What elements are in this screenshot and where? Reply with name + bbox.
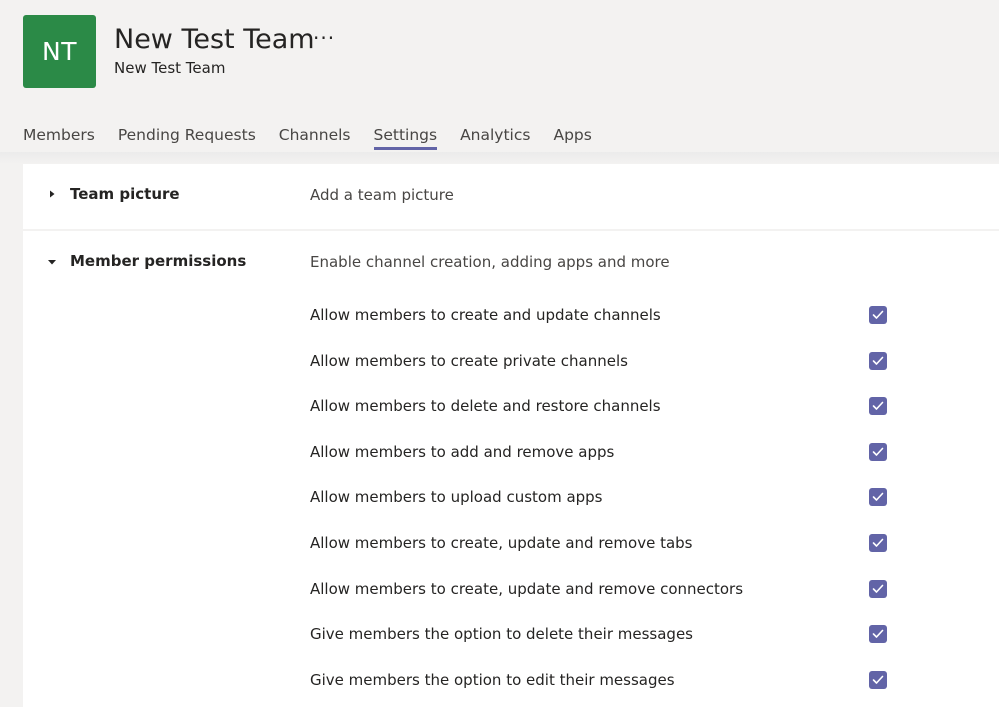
permission-checkbox[interactable] (869, 488, 887, 506)
section-team-picture: Team picture Add a team picture (23, 164, 999, 231)
checkmark-icon (872, 356, 884, 365)
section-desc-team-picture: Add a team picture (310, 186, 454, 204)
section-desc-member-permissions: Enable channel creation, adding apps and… (310, 253, 670, 271)
tab-channels[interactable]: Channels (279, 124, 351, 150)
tab-members[interactable]: Members (23, 124, 95, 150)
permission-row: Allow members to upload custom apps (310, 485, 890, 509)
permission-checkbox[interactable] (869, 443, 887, 461)
permission-checkbox[interactable] (869, 397, 887, 415)
permission-checkbox[interactable] (869, 306, 887, 324)
checkmark-icon (872, 538, 884, 547)
permission-label: Allow members to delete and restore chan… (310, 397, 661, 415)
team-subtitle: New Test Team (114, 59, 226, 77)
team-title: New Test Team (114, 24, 315, 55)
team-header: NT New Test Team ··· New Test Team Membe… (0, 0, 999, 152)
permission-row: Allow members to create, update and remo… (310, 531, 890, 555)
tab-analytics[interactable]: Analytics (460, 124, 530, 150)
permission-row: Allow members to create and update chann… (310, 303, 890, 327)
checkmark-icon (872, 447, 884, 456)
permission-checkbox[interactable] (869, 625, 887, 643)
permission-checkbox[interactable] (869, 580, 887, 598)
checkmark-icon (872, 629, 884, 638)
permission-label: Give members the option to delete their … (310, 625, 693, 643)
permission-label: Allow members to create, update and remo… (310, 580, 744, 598)
permission-label: Allow members to upload custom apps (310, 488, 603, 506)
checkmark-icon (872, 675, 884, 684)
permission-label: Allow members to add and remove apps (310, 443, 615, 461)
permission-checkbox[interactable] (869, 671, 887, 689)
tab-settings[interactable]: Settings (373, 124, 438, 150)
checkmark-icon (872, 584, 884, 593)
section-label-member-permissions[interactable]: Member permissions (70, 251, 246, 271)
permission-checkbox[interactable] (869, 534, 887, 552)
permission-row: Give members the option to edit their me… (310, 668, 890, 692)
tab-pending-requests[interactable]: Pending Requests (118, 124, 256, 150)
permission-label: Give members the option to edit their me… (310, 671, 675, 689)
tab-apps[interactable]: Apps (553, 124, 591, 150)
more-options-icon[interactable]: ··· (313, 28, 335, 48)
caret-right-icon[interactable] (47, 189, 57, 199)
permission-row: Allow members to delete and restore chan… (310, 394, 890, 418)
caret-down-icon[interactable] (47, 257, 57, 267)
checkmark-icon (872, 401, 884, 410)
checkmark-icon (872, 310, 884, 319)
checkmark-icon (872, 492, 884, 501)
permission-label: Allow members to create, update and remo… (310, 534, 693, 552)
permission-checkbox[interactable] (869, 352, 887, 370)
permission-row: Allow members to create private channels (310, 349, 890, 373)
section-label-team-picture[interactable]: Team picture (70, 184, 180, 204)
tab-bar-shadow (0, 152, 999, 164)
permission-label: Allow members to create and update chann… (310, 306, 661, 324)
permission-row: Give members the option to delete their … (310, 622, 890, 646)
permission-label: Allow members to create private channels (310, 352, 628, 370)
settings-panel: Team picture Add a team picture Member p… (23, 164, 999, 707)
permission-row: Allow members to create, update and remo… (310, 577, 890, 601)
team-avatar: NT (23, 15, 96, 88)
tab-bar: Members Pending Requests Channels Settin… (23, 124, 615, 150)
permission-row: Allow members to add and remove apps (310, 440, 890, 464)
